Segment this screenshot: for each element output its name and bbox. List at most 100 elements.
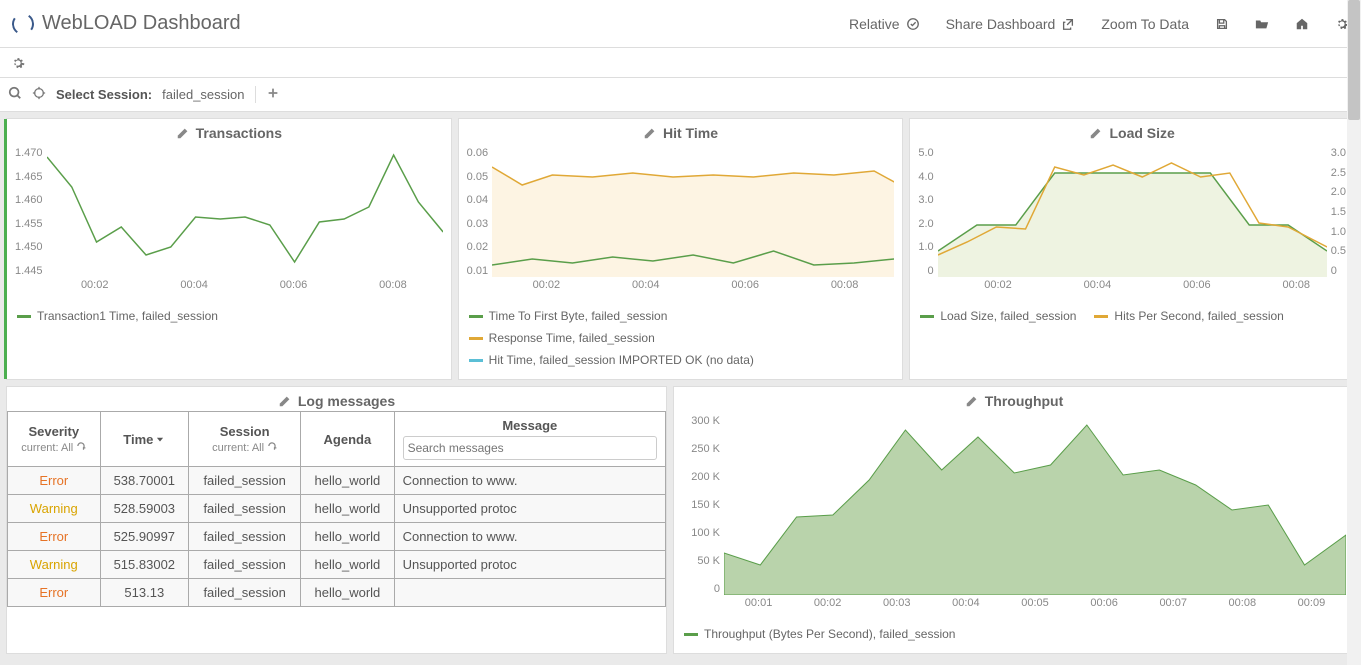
- chart-legend: Time To First Byte, failed_sessionRespon…: [459, 301, 903, 379]
- log-table: Severity current: All Time Session curre…: [7, 411, 666, 607]
- cell-session: failed_session: [189, 579, 301, 607]
- crosshair-icon: [32, 86, 46, 100]
- table-row[interactable]: Warning528.59003failed_sessionhello_worl…: [8, 495, 666, 523]
- gear-icon: [11, 56, 25, 70]
- cell-message: Unsupported protoc: [394, 551, 665, 579]
- legend-item[interactable]: Transaction1 Time, failed_session: [17, 305, 218, 327]
- target-button[interactable]: [32, 86, 46, 103]
- cell-time: 513.13: [100, 579, 189, 607]
- y-axis-right: 3.02.52.01.51.00.50: [1327, 147, 1346, 277]
- legend-swatch: [469, 315, 483, 318]
- share-dashboard-button[interactable]: Share Dashboard: [946, 16, 1076, 32]
- cell-time: 528.59003: [100, 495, 189, 523]
- search-icon: [8, 86, 22, 100]
- panel-title[interactable]: Log messages: [7, 387, 666, 411]
- share-icon: [1061, 17, 1075, 31]
- legend-swatch: [684, 633, 698, 636]
- cell-agenda: hello_world: [301, 523, 394, 551]
- table-row[interactable]: Error538.70001failed_sessionhello_worldC…: [8, 467, 666, 495]
- row-settings-button[interactable]: [8, 53, 28, 73]
- pencil-icon: [965, 394, 979, 408]
- chart-plot[interactable]: [47, 147, 443, 277]
- col-message[interactable]: Message: [394, 412, 665, 467]
- message-search-input[interactable]: [403, 436, 657, 460]
- legend-item[interactable]: Load Size, failed_session: [920, 305, 1076, 327]
- add-session-button[interactable]: [255, 86, 280, 103]
- pencil-icon: [278, 394, 292, 408]
- vertical-scrollbar[interactable]: [1347, 0, 1361, 665]
- panel-title[interactable]: Throughput: [674, 387, 1354, 411]
- sort-desc-icon: [155, 434, 165, 444]
- legend-swatch: [469, 359, 483, 362]
- legend-item[interactable]: Hits Per Second, failed_session: [1094, 305, 1283, 327]
- cell-message: Unsupported protoc: [394, 495, 665, 523]
- panel-row-2: Log messages Severity current: All Time …: [0, 386, 1361, 660]
- session-label: Select Session:: [56, 87, 152, 102]
- table-row[interactable]: Error513.13failed_sessionhello_world: [8, 579, 666, 607]
- panel-transactions: Transactions 1.4701.4651.4601.4551.4501.…: [6, 118, 452, 380]
- search-button[interactable]: [8, 86, 22, 103]
- scrollbar-thumb[interactable]: [1348, 0, 1360, 120]
- col-session[interactable]: Session current: All: [189, 412, 301, 467]
- chart-legend: Throughput (Bytes Per Second), failed_se…: [674, 619, 1354, 653]
- chart-plot[interactable]: [724, 415, 1346, 595]
- chart-plot[interactable]: [492, 147, 894, 277]
- app-logo[interactable]: WebLOAD Dashboard: [12, 12, 241, 35]
- app-title: WebLOAD Dashboard: [42, 12, 241, 35]
- save-icon: [1215, 17, 1229, 31]
- legend-item[interactable]: Hit Time, failed_session IMPORTED OK (no…: [469, 349, 875, 371]
- plus-icon: [266, 86, 280, 100]
- relative-button[interactable]: Relative: [849, 16, 920, 32]
- cell-session: failed_session: [189, 551, 301, 579]
- save-button[interactable]: [1215, 17, 1229, 31]
- cell-severity: Error: [8, 523, 101, 551]
- cell-severity: Warning: [8, 551, 101, 579]
- cell-agenda: hello_world: [301, 551, 394, 579]
- refresh-icon[interactable]: [76, 441, 86, 451]
- legend-item[interactable]: Response Time, failed_session: [469, 327, 875, 349]
- cell-time: 525.90997: [100, 523, 189, 551]
- legend-item[interactable]: Time To First Byte, failed_session: [469, 305, 875, 327]
- panel-title[interactable]: Transactions: [7, 119, 451, 143]
- legend-swatch: [17, 315, 31, 318]
- y-axis-left: 5.04.03.02.01.00: [918, 147, 937, 277]
- chart-plot[interactable]: [938, 147, 1327, 277]
- table-header-row: Severity current: All Time Session curre…: [8, 412, 666, 467]
- col-severity[interactable]: Severity current: All: [8, 412, 101, 467]
- cell-session: failed_session: [189, 495, 301, 523]
- legend-swatch: [1094, 315, 1108, 318]
- folder-open-icon: [1255, 17, 1269, 31]
- check-circle-icon: [906, 17, 920, 31]
- panel-load-size: Load Size 5.04.03.02.01.00 3.02.52.01.51…: [909, 118, 1355, 380]
- home-button[interactable]: [1295, 17, 1309, 31]
- logo-icon: [10, 11, 35, 36]
- cell-session: failed_session: [189, 467, 301, 495]
- table-row[interactable]: Warning515.83002failed_sessionhello_worl…: [8, 551, 666, 579]
- col-agenda[interactable]: Agenda: [301, 412, 394, 467]
- panel-log-messages: Log messages Severity current: All Time …: [6, 386, 667, 654]
- y-axis: 300 K250 K200 K150 K100 K50 K0: [682, 415, 724, 595]
- cell-message: Connection to www.: [394, 467, 665, 495]
- cell-session: failed_session: [189, 523, 301, 551]
- top-bar: WebLOAD Dashboard Relative Share Dashboa…: [0, 0, 1361, 48]
- cell-message: Connection to www.: [394, 523, 665, 551]
- cell-severity: Error: [8, 579, 101, 607]
- panel-title[interactable]: Load Size: [910, 119, 1354, 143]
- refresh-icon[interactable]: [267, 441, 277, 451]
- session-value[interactable]: failed_session: [162, 87, 244, 102]
- top-actions: Relative Share Dashboard Zoom To Data: [849, 16, 1349, 32]
- x-axis: 00:0200:0400:0600:08: [15, 277, 443, 295]
- zoom-to-data-button[interactable]: Zoom To Data: [1101, 16, 1189, 32]
- cell-time: 538.70001: [100, 467, 189, 495]
- open-folder-button[interactable]: [1255, 17, 1269, 31]
- session-row: Select Session: failed_session: [0, 78, 1361, 112]
- cell-severity: Warning: [8, 495, 101, 523]
- x-axis: 00:0100:0200:0300:0400:0500:0600:0700:08…: [682, 595, 1346, 613]
- col-time[interactable]: Time: [100, 412, 189, 467]
- x-axis: 00:0200:0400:0600:08: [467, 277, 895, 295]
- table-row[interactable]: Error525.90997failed_sessionhello_worldC…: [8, 523, 666, 551]
- panel-row-1: Transactions 1.4701.4651.4601.4551.4501.…: [0, 112, 1361, 386]
- panel-title[interactable]: Hit Time: [459, 119, 903, 143]
- legend-item[interactable]: Throughput (Bytes Per Second), failed_se…: [684, 623, 955, 645]
- y-axis: 0.060.050.040.030.020.01: [467, 147, 492, 277]
